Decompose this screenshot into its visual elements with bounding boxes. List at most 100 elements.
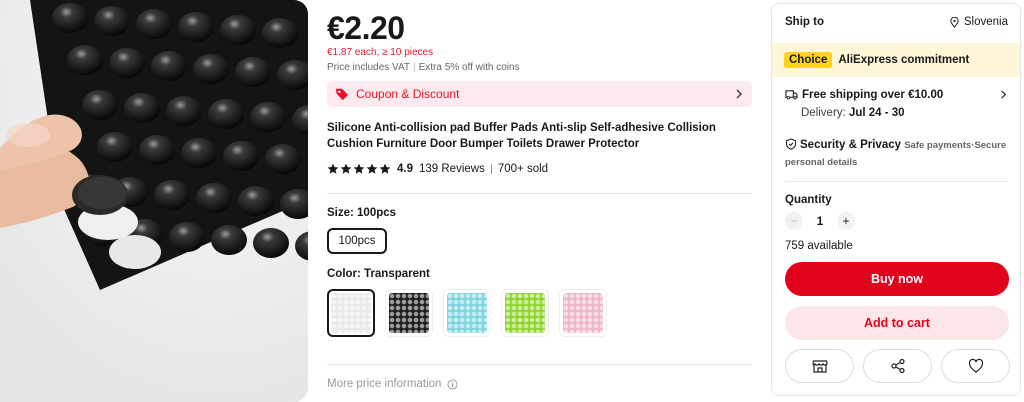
bumper-pad	[181, 138, 217, 168]
product-photo-illustration	[0, 0, 308, 402]
star-icon	[340, 163, 352, 174]
bumper-pad	[124, 93, 160, 123]
choice-commitment-banner: Choice AliExpress commitment	[772, 43, 1020, 77]
bumper-pad	[208, 99, 244, 129]
divider	[327, 364, 752, 365]
bumper-pad	[52, 3, 88, 33]
choice-text: AliExpress commitment	[838, 54, 970, 66]
bumper-pad	[253, 228, 289, 258]
rating-row: 4.9 139 Reviews 700+ sold	[327, 163, 548, 175]
swatch-image	[505, 293, 545, 333]
shipping-info[interactable]: Free shipping over €10.00 Delivery: Jul …	[785, 88, 1008, 119]
delivery-prefix: Delivery:	[801, 107, 849, 119]
location-text: Slovenia	[963, 16, 1008, 28]
delivery-dates: Jul 24 - 30	[848, 107, 905, 119]
color-swatch-black[interactable]	[385, 289, 433, 337]
quantity-label: Quantity	[785, 194, 832, 206]
bumper-pad	[67, 45, 103, 75]
swatch-image	[331, 293, 371, 333]
ship-to-row: Ship to Slovenia	[785, 16, 1008, 28]
price: €2.20	[327, 10, 405, 46]
store-icon	[811, 360, 828, 373]
coins-note: Extra 5% off with coins	[418, 62, 520, 73]
rating-score: 4.9	[397, 163, 413, 175]
separator: |	[413, 62, 416, 73]
bumper-pad	[193, 54, 229, 84]
tag-icon	[335, 88, 349, 101]
reviews-link[interactable]: 139 Reviews	[419, 163, 485, 175]
increase-quantity-button[interactable]: +	[837, 212, 855, 230]
delivery-estimate: Delivery: Jul 24 - 30	[801, 107, 1008, 119]
buy-now-button[interactable]: Buy now	[785, 262, 1009, 296]
add-to-cart-button[interactable]: Add to cart	[785, 306, 1009, 340]
choice-badge: Choice	[784, 52, 833, 68]
bumper-pad	[154, 180, 190, 210]
price-notes: Price includes VAT | Extra 5% off with coi…	[327, 62, 520, 73]
more-price-info[interactable]: More price information	[327, 378, 458, 390]
available-count: 759 available	[785, 240, 853, 252]
info-icon	[447, 378, 458, 390]
divider	[785, 181, 1008, 182]
shield-check-icon	[785, 138, 797, 150]
bumper-pad	[166, 96, 202, 126]
security-subtitle: Safe payments·Secure	[904, 140, 1007, 151]
heart-icon	[968, 358, 983, 373]
chevron-right-icon	[1001, 90, 1007, 99]
star-icon	[327, 163, 339, 174]
more-price-label: More price information	[327, 378, 442, 390]
bumper-pad	[235, 57, 271, 87]
color-swatch-pink[interactable]	[559, 289, 607, 337]
purchase-panel: Ship to Slovenia Choice AliExpress commi…	[771, 3, 1021, 396]
bumper-pad	[169, 222, 205, 252]
star-rating	[327, 163, 391, 175]
bumper-pad	[82, 90, 118, 120]
size-label: Size: 100pcs	[327, 207, 397, 219]
sold-count: 700+ sold	[497, 163, 549, 175]
product-image[interactable]	[0, 0, 308, 402]
store-button[interactable]	[785, 349, 854, 383]
star-icon	[366, 163, 378, 174]
location-pin-icon	[950, 16, 959, 28]
bumper-pad	[211, 225, 247, 255]
bumper-pad	[136, 9, 172, 39]
coupon-discount-bar[interactable]: Coupon & Discount	[327, 81, 752, 107]
share-icon	[890, 358, 905, 374]
share-button[interactable]	[863, 349, 932, 383]
bulk-price: €1.87 each, ≥ 10 pieces	[327, 47, 434, 58]
quantity-stepper: − 1 +	[785, 212, 855, 230]
bumper-pad	[109, 48, 145, 78]
color-label: Color: Transparent	[327, 268, 430, 280]
color-swatch-transparent[interactable]	[327, 289, 375, 337]
swatch-image	[389, 293, 429, 333]
bumper-pad	[139, 135, 175, 165]
ship-to-location[interactable]: Slovenia	[949, 16, 1008, 28]
ship-to-label: Ship to	[785, 16, 824, 28]
bumper-pad	[151, 51, 187, 81]
vat-note: Price includes VAT	[327, 62, 410, 73]
bumper-pad	[223, 141, 259, 171]
bumper-pad	[97, 132, 133, 162]
coupon-label: Coupon & Discount	[356, 87, 460, 101]
product-title: Silicone Anti-collision pad Buffer Pads …	[327, 122, 716, 150]
separator	[490, 164, 492, 174]
bumper-pad	[94, 6, 130, 36]
free-shipping-row: Free shipping over €10.00	[785, 88, 1008, 101]
decrease-quantity-button[interactable]: −	[785, 212, 803, 230]
bumper-pad	[250, 102, 286, 132]
security-privacy: Security & Privacy Safe payments·Secure …	[785, 137, 1008, 171]
swatch-image	[563, 293, 603, 333]
wishlist-button[interactable]	[941, 349, 1010, 383]
color-swatch-green[interactable]	[501, 289, 549, 337]
action-icons	[785, 349, 1010, 383]
chevron-right-icon	[736, 89, 742, 99]
size-option-100pcs[interactable]: 100pcs	[327, 228, 387, 254]
free-shipping-text: Free shipping over €10.00	[802, 88, 944, 101]
bumper-pad	[265, 144, 301, 174]
bumper-pad	[220, 15, 256, 45]
bumper-pad	[196, 183, 232, 213]
security-subtitle-cont: personal details	[785, 157, 858, 168]
quantity-value[interactable]: 1	[815, 214, 825, 228]
color-swatches	[327, 289, 607, 337]
truck-icon	[785, 90, 798, 100]
color-swatch-light-blue[interactable]	[443, 289, 491, 337]
